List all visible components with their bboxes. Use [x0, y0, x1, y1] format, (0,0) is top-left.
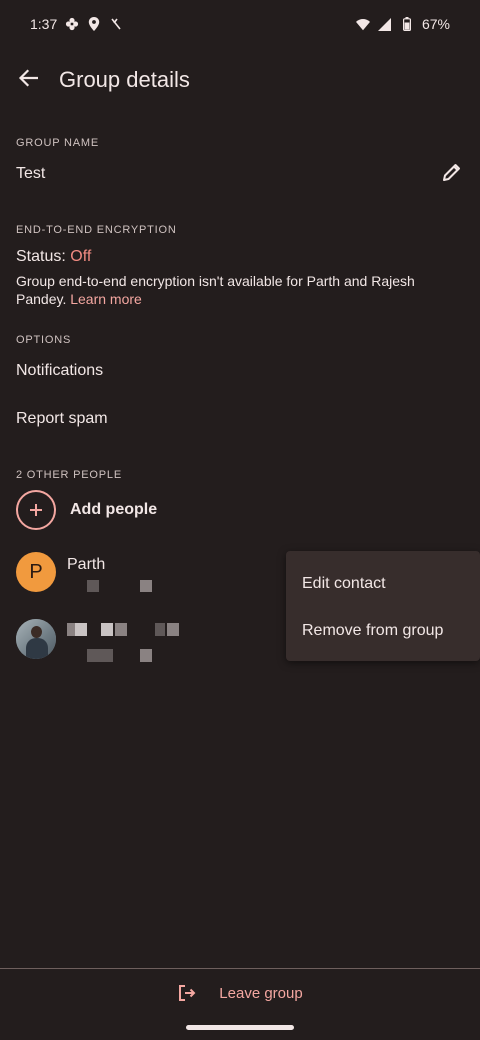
encryption-label: END-TO-END ENCRYPTION — [16, 224, 177, 236]
pencil-icon — [442, 162, 462, 187]
battery-percent: 67% — [421, 16, 450, 32]
group-name-value: Test — [16, 165, 46, 182]
clock: 1:37 — [30, 16, 58, 32]
leave-group-button[interactable]: Leave group — [0, 976, 480, 1010]
cell-signal-icon — [378, 17, 392, 31]
avatar-initial: P — [29, 560, 43, 583]
avatar — [16, 619, 56, 659]
status-bar-right: 67% — [355, 16, 450, 32]
exit-icon — [177, 983, 197, 1003]
notifications-option[interactable]: Notifications — [16, 362, 103, 380]
group-name-label: GROUP NAME — [16, 137, 99, 149]
edit-contact-menu-item[interactable]: Edit contact — [302, 575, 386, 593]
member-info — [67, 619, 207, 663]
location-pin-icon — [87, 17, 101, 31]
status-bar: 1:37 67% — [0, 0, 480, 48]
people-count-label: 2 OTHER PEOPLE — [16, 469, 122, 481]
member-context-menu: Edit contact Remove from group — [286, 551, 480, 661]
member-row-parth[interactable]: P Parth — [16, 552, 152, 592]
edit-group-name-button[interactable] — [440, 162, 464, 186]
options-label: OPTIONS — [16, 334, 72, 346]
arrow-back-icon — [18, 68, 39, 92]
encryption-status: Status: Off — [16, 248, 91, 266]
pinwheel-icon — [65, 17, 79, 31]
status-bar-left: 1:37 — [30, 16, 123, 32]
battery-icon — [400, 17, 414, 31]
encryption-status-value: Off — [70, 248, 92, 265]
member-info: Parth — [67, 552, 152, 592]
remove-from-group-menu-item[interactable]: Remove from group — [302, 622, 443, 640]
group-details-screen: 1:37 67% Group details GROUP NAME Test E… — [0, 0, 480, 1040]
add-icon — [16, 490, 56, 530]
app-bar: Group details — [0, 52, 480, 108]
back-button[interactable] — [0, 52, 56, 108]
avatar: P — [16, 552, 56, 592]
encryption-description: Group end-to-end encryption isn't availa… — [16, 272, 466, 308]
no-signal-icon — [109, 17, 123, 31]
redacted-phone-number — [67, 578, 152, 592]
add-people-button[interactable]: Add people — [16, 490, 157, 530]
report-spam-option[interactable]: Report spam — [16, 410, 108, 428]
member-row-2[interactable] — [16, 619, 207, 663]
learn-more-link[interactable]: Learn more — [70, 291, 142, 307]
gesture-nav-handle[interactable] — [186, 1025, 294, 1030]
member-name: Parth — [67, 556, 106, 573]
add-people-label: Add people — [70, 501, 158, 518]
footer-divider — [0, 968, 480, 969]
leave-group-label: Leave group — [219, 984, 303, 1002]
wifi-icon — [355, 17, 370, 31]
encryption-status-prefix: Status: — [16, 248, 66, 265]
page-title: Group details — [59, 67, 190, 92]
